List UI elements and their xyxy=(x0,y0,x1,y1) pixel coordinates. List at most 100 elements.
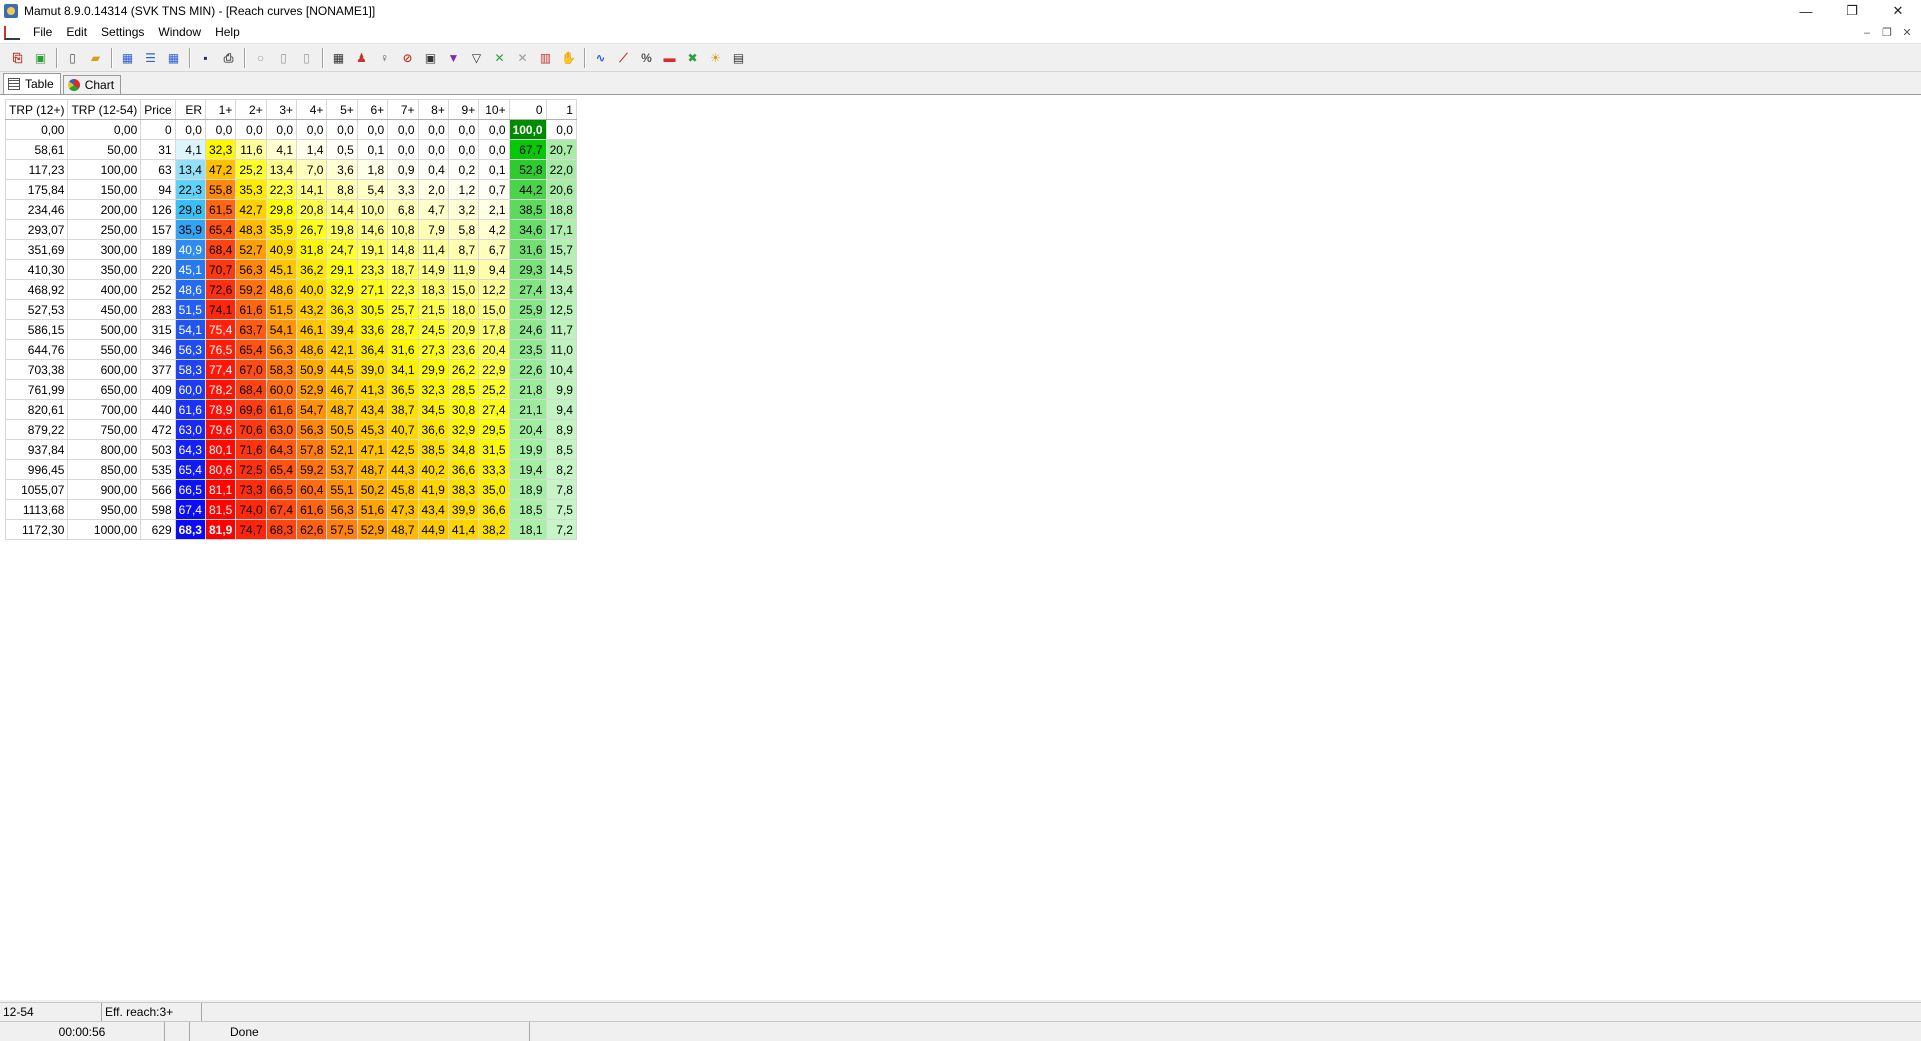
table-cell[interactable]: 29,9 xyxy=(417,359,449,380)
table-cell[interactable]: 315 xyxy=(140,319,176,340)
table-cell[interactable]: 503 xyxy=(140,439,176,460)
table-cell[interactable]: 22,3 xyxy=(387,279,419,300)
no-people-button[interactable]: ⊘ xyxy=(397,47,419,69)
table-cell[interactable]: 8,9 xyxy=(545,419,577,440)
table-cell[interactable]: 400,00 xyxy=(67,279,142,300)
table-cell[interactable]: 42,7 xyxy=(235,199,267,220)
table-cell[interactable]: 700,00 xyxy=(67,399,142,420)
table-cell[interactable]: 0,0 xyxy=(387,119,419,140)
table-cell[interactable]: 21,5 xyxy=(417,299,449,320)
table-cell[interactable]: 450,00 xyxy=(67,299,142,320)
table-cell[interactable]: 0,1 xyxy=(478,159,510,180)
table-cell[interactable]: 900,00 xyxy=(67,479,142,500)
table-cell[interactable]: 3,6 xyxy=(326,159,358,180)
table-cell[interactable]: 200,00 xyxy=(67,199,142,220)
table-cell[interactable]: 59,2 xyxy=(235,279,267,300)
table-cell[interactable]: 76,5 xyxy=(204,339,237,360)
table-cell[interactable]: 820,61 xyxy=(4,399,69,420)
table-cell[interactable]: 45,1 xyxy=(174,259,206,280)
table-cell[interactable]: 35,0 xyxy=(478,479,510,500)
table-cell[interactable]: 34,8 xyxy=(447,439,480,460)
table-cell[interactable]: 0,00 xyxy=(4,119,69,140)
table-cell[interactable]: 252 xyxy=(140,279,176,300)
table-cell[interactable]: 63,7 xyxy=(235,319,267,340)
table-cell[interactable]: 15,0 xyxy=(447,279,480,300)
table-cell[interactable]: 8,8 xyxy=(326,179,358,200)
table-cell[interactable]: 20,6 xyxy=(545,179,577,200)
table-cell[interactable]: 3,3 xyxy=(387,179,419,200)
table-cell[interactable]: 23,3 xyxy=(356,259,389,280)
table-cell[interactable]: 33,6 xyxy=(356,319,389,340)
table-cell[interactable]: 0,0 xyxy=(326,119,358,140)
table-cell[interactable]: 0,0 xyxy=(387,139,419,160)
table-cell[interactable]: 14,1 xyxy=(296,179,328,200)
table-cell[interactable]: 0,0 xyxy=(265,119,298,140)
table-cell[interactable]: 35,9 xyxy=(265,219,298,240)
table-cell[interactable]: 22,0 xyxy=(545,159,577,180)
table-cell[interactable]: 4,1 xyxy=(174,139,206,160)
table-cell[interactable]: 61,6 xyxy=(265,399,298,420)
table-cell[interactable]: 44,9 xyxy=(417,519,449,540)
table-cell[interactable]: 18,7 xyxy=(387,259,419,280)
table-cell[interactable]: 31 xyxy=(140,139,176,160)
menu-edit[interactable]: Edit xyxy=(59,22,94,43)
table-cell[interactable]: 51,5 xyxy=(174,299,206,320)
table-cell[interactable]: 48,3 xyxy=(235,219,267,240)
table-cell[interactable]: 80,1 xyxy=(204,439,237,460)
table-cell[interactable]: 0,0 xyxy=(235,119,267,140)
table-cell[interactable]: 1,4 xyxy=(296,139,328,160)
hand-button[interactable]: ✋ xyxy=(558,47,580,69)
table-cell[interactable]: 750,00 xyxy=(67,419,142,440)
table-cell[interactable]: 20,8 xyxy=(296,199,328,220)
table-cell[interactable]: 38,7 xyxy=(387,399,419,420)
table-cell[interactable]: 31,6 xyxy=(387,339,419,360)
table-cell[interactable]: 56,3 xyxy=(326,499,358,520)
table-cell[interactable]: 68,4 xyxy=(235,379,267,400)
table-view-button[interactable]: ▦ xyxy=(117,47,139,69)
table-cell[interactable]: 937,84 xyxy=(4,439,69,460)
table-cell[interactable]: 47,2 xyxy=(204,159,237,180)
line-chart-button[interactable]: ⟋ xyxy=(613,47,635,69)
table-cell[interactable]: 45,1 xyxy=(265,259,298,280)
table-cell[interactable]: 283 xyxy=(140,299,176,320)
table-cell[interactable]: 45,3 xyxy=(356,419,389,440)
table-cell[interactable]: 0,7 xyxy=(478,179,510,200)
table-cell[interactable]: 48,7 xyxy=(356,459,389,480)
column-header[interactable]: 1 xyxy=(545,99,577,120)
minimize-button[interactable]: — xyxy=(1783,0,1829,22)
new-document-button[interactable]: ▯ xyxy=(62,47,84,69)
table-cell[interactable]: 74,7 xyxy=(235,519,267,540)
table-cell[interactable]: 48,7 xyxy=(387,519,419,540)
table-cell[interactable]: 22,9 xyxy=(478,359,510,380)
table-cell[interactable]: 1172,30 xyxy=(4,519,69,540)
bulb-small-button[interactable]: ♀ xyxy=(374,47,396,69)
table-cell[interactable]: 29,8 xyxy=(265,199,298,220)
table-cell[interactable]: 157 xyxy=(140,219,176,240)
table-cell[interactable]: 27,3 xyxy=(417,339,449,360)
table-cell[interactable]: 27,4 xyxy=(478,399,510,420)
table-cell[interactable]: 20,4 xyxy=(478,339,510,360)
table-cell[interactable]: 22,6 xyxy=(508,359,547,380)
table-cell[interactable]: 40,0 xyxy=(296,279,328,300)
table-cell[interactable]: 79,6 xyxy=(204,419,237,440)
table-cell[interactable]: 58,3 xyxy=(265,359,298,380)
table-cell[interactable]: 81,9 xyxy=(204,519,237,540)
table-cell[interactable]: 48,6 xyxy=(174,279,206,300)
table-cell[interactable]: 48,7 xyxy=(326,399,358,420)
table-cell[interactable]: 56,3 xyxy=(174,339,206,360)
table-cell[interactable]: 2,0 xyxy=(417,179,449,200)
table-cell[interactable]: 350,00 xyxy=(67,259,142,280)
table-cell[interactable]: 52,1 xyxy=(326,439,358,460)
table-cell[interactable]: 52,8 xyxy=(508,159,547,180)
mdi-minimize-button[interactable]: – xyxy=(1857,22,1877,43)
table-cell[interactable]: 39,0 xyxy=(356,359,389,380)
table-cell[interactable]: 14,5 xyxy=(545,259,577,280)
calculator-button[interactable]: ▤ xyxy=(728,47,750,69)
table-cell[interactable]: 0,2 xyxy=(447,159,480,180)
table-cell[interactable]: 34,5 xyxy=(417,399,449,420)
table-cell[interactable]: 70,6 xyxy=(235,419,267,440)
table-cell[interactable]: 7,2 xyxy=(545,519,577,540)
table-cell[interactable]: 44,5 xyxy=(326,359,358,380)
curve-button[interactable]: ∿ xyxy=(590,47,612,69)
filter-button[interactable]: ▼ xyxy=(443,47,465,69)
